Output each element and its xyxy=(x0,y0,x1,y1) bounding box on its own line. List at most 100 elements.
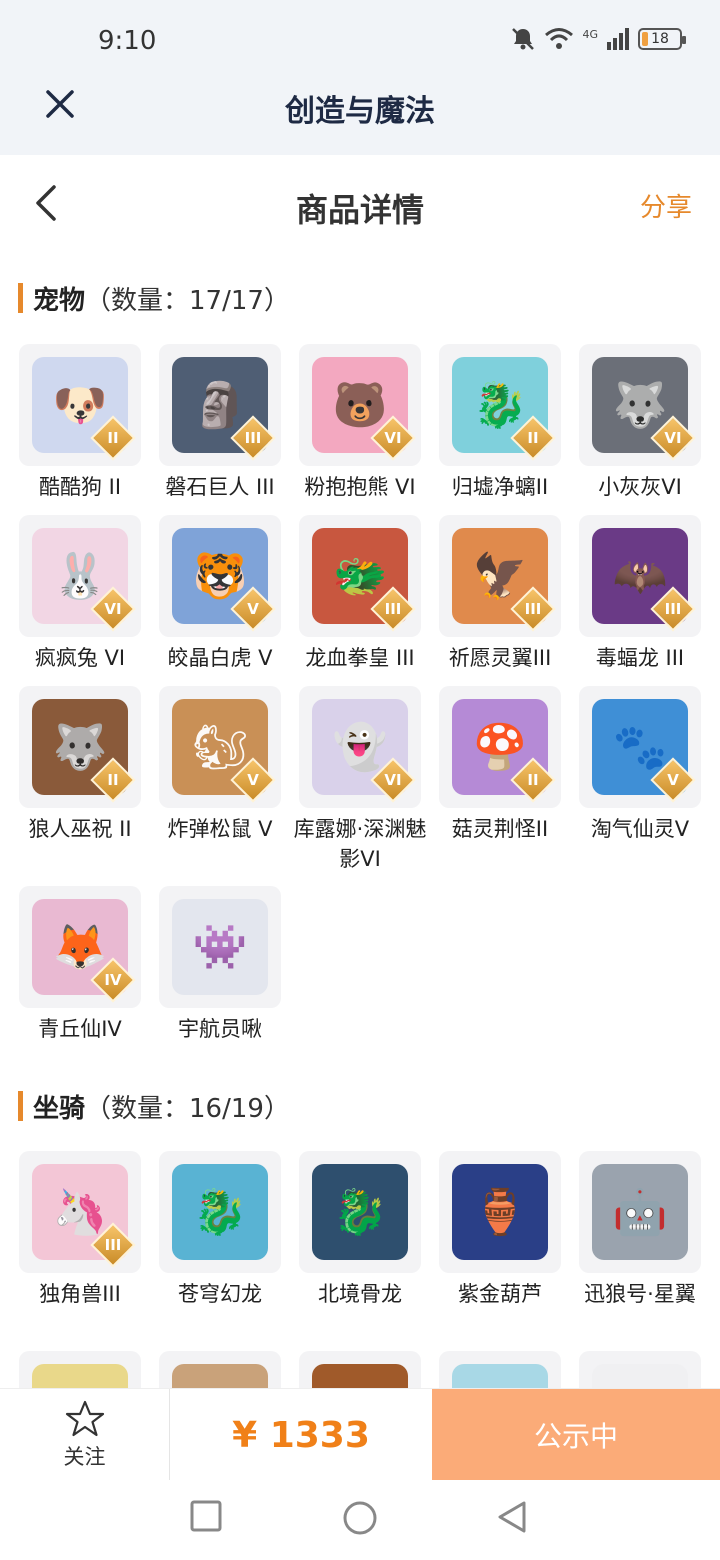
public-status-button[interactable]: 公示中 xyxy=(432,1389,720,1481)
item-name: 迅狼号·星翼 xyxy=(584,1282,696,1306)
tier-badge-label: V xyxy=(247,600,259,618)
share-button[interactable]: 分享 xyxy=(640,187,692,224)
pet-item[interactable]: 🐻 VI 粉抱抱熊 VI xyxy=(290,344,430,502)
item-thumbnail: 🐾 V xyxy=(579,686,701,808)
pet-item[interactable]: 🐉 II 归墟净螭II xyxy=(430,344,570,502)
item-thumbnail: 🦇 III xyxy=(579,515,701,637)
item-name: 淘气仙灵V xyxy=(590,817,690,841)
mount-item[interactable] xyxy=(10,1351,150,1388)
tier-badge-label: IV xyxy=(104,971,122,989)
item-name: 磐石巨人 III xyxy=(165,475,275,499)
mount-item[interactable] xyxy=(570,1351,710,1388)
tier-badge-label: III xyxy=(244,429,262,447)
item-name: 龙血拳皇 III xyxy=(305,646,415,670)
item-thumbnail: 🐉 xyxy=(299,1151,421,1273)
mount-item[interactable]: 🏺 紫金葫芦 xyxy=(430,1151,570,1309)
pet-item[interactable]: 🐿 V 炸弹松鼠 V xyxy=(150,686,290,844)
item-name: 毒蝠龙 III xyxy=(595,646,685,670)
content-area[interactable]: 宠物 （数量：17/17） 🐶 II 酷酷狗 II 🗿 III 磐石巨人 III 🐻 VI 粉抱… xyxy=(0,250,720,1388)
app-title: 创造与魔法 xyxy=(285,94,435,129)
follow-button[interactable]: 关注 xyxy=(0,1389,170,1481)
item-thumbnail xyxy=(159,1351,281,1388)
tier-badge-label: V xyxy=(667,771,679,789)
tier-badge-label: III xyxy=(384,600,402,618)
pet-item[interactable]: 🦇 III 毒蝠龙 III xyxy=(570,515,710,673)
item-name: 归墟净螭II xyxy=(451,475,549,499)
home-icon[interactable] xyxy=(342,1500,378,1536)
mount-item[interactable]: 🦄 III 独角兽III xyxy=(10,1151,150,1309)
item-thumbnail: 🐉 xyxy=(159,1151,281,1273)
item-name: 菇灵荆怪II xyxy=(451,817,549,841)
bone-dragon-icon: 🐉 xyxy=(312,1164,408,1260)
item-thumbnail xyxy=(19,1351,141,1388)
pets-section-header: 宠物 （数量：17/17） xyxy=(18,280,290,316)
item-name: 苍穹幻龙 xyxy=(178,1282,262,1306)
item-thumbnail: 🐰 VI xyxy=(19,515,141,637)
item-thumbnail: 🐉 II xyxy=(439,344,561,466)
page-title: 商品详情 xyxy=(295,191,424,229)
network-type: 4G xyxy=(582,27,598,41)
pet-item[interactable]: 🐰 VI 疯疯兔 VI xyxy=(10,515,150,673)
status-bar: 9:10 4G 18 xyxy=(0,0,720,80)
item-thumbnail: 🗿 III xyxy=(159,344,281,466)
item-thumbnail: 🐶 II xyxy=(19,344,141,466)
section-accent-bar xyxy=(18,283,23,313)
mount-item[interactable] xyxy=(430,1351,570,1388)
tier-badge-label: III xyxy=(664,600,682,618)
item-thumbnail: 👻 VI xyxy=(299,686,421,808)
pet-item[interactable]: 👻 VI 库露娜·深渊魅影VI xyxy=(290,686,430,874)
item-name: 紫金葫芦 xyxy=(458,1282,542,1306)
item-thumbnail: 🐻 VI xyxy=(299,344,421,466)
recent-apps-icon[interactable] xyxy=(190,1500,222,1532)
item-name: 祈愿灵翼III xyxy=(448,646,552,670)
pet-item[interactable]: 🍄 II 菇灵荆怪II xyxy=(430,686,570,844)
item-thumbnail: 🍄 II xyxy=(439,686,561,808)
pet-item[interactable]: 👾 宇航员啾 xyxy=(150,886,290,1044)
mount-icon xyxy=(592,1364,688,1388)
section-accent-bar xyxy=(18,1091,23,1121)
pet-item[interactable]: 🗿 III 磐石巨人 III xyxy=(150,344,290,502)
mount-icon xyxy=(32,1364,128,1388)
mount-item[interactable]: 🐉 北境骨龙 xyxy=(290,1151,430,1309)
item-thumbnail xyxy=(579,1351,701,1388)
sky-dragon-icon: 🐉 xyxy=(172,1164,268,1260)
mount-icon xyxy=(452,1364,548,1388)
mount-item[interactable] xyxy=(150,1351,290,1388)
pet-item[interactable]: 🐶 II 酷酷狗 II xyxy=(10,344,150,502)
mech-wolf-icon: 🤖 xyxy=(592,1164,688,1260)
item-name: 库露娜·深渊魅影VI xyxy=(293,817,427,871)
tier-badge-label: II xyxy=(107,771,119,789)
tier-badge-label: VI xyxy=(384,429,402,447)
mount-item[interactable] xyxy=(290,1351,430,1388)
item-thumbnail: 🦄 III xyxy=(19,1151,141,1273)
pet-item[interactable]: 🐯 V 皎晶白虎 V xyxy=(150,515,290,673)
tier-badge-label: III xyxy=(104,1236,122,1254)
tier-badge-label: II xyxy=(527,429,539,447)
follow-label: 关注 xyxy=(63,1445,106,1469)
pet-item[interactable]: 🦊 IV 青丘仙IV xyxy=(10,886,150,1044)
pet-item[interactable]: 🐲 III 龙血拳皇 III xyxy=(290,515,430,673)
tier-badge-label: VI xyxy=(664,429,682,447)
item-thumbnail: 🐿 V xyxy=(159,686,281,808)
item-name: 宇航员啾 xyxy=(178,1017,262,1041)
item-name: 北境骨龙 xyxy=(318,1282,402,1306)
item-thumbnail xyxy=(299,1351,421,1388)
mounts-section-header: 坐骑 （数量：16/19） xyxy=(18,1088,290,1124)
pet-item[interactable]: 🦅 III 祈愿灵翼III xyxy=(430,515,570,673)
item-thumbnail: 🦅 III xyxy=(439,515,561,637)
status-time: 9:10 xyxy=(98,26,157,56)
astronaut-icon: 👾 xyxy=(172,899,268,995)
top-area: 9:10 4G 18 创造与魔法 xyxy=(0,0,720,155)
item-thumbnail: 🐺 II xyxy=(19,686,141,808)
pet-item[interactable]: 🐺 II 狼人巫祝 II xyxy=(10,686,150,844)
battery-fill xyxy=(642,32,648,46)
pet-item[interactable]: 🐾 V 淘气仙灵V xyxy=(570,686,710,844)
mount-item[interactable]: 🐉 苍穹幻龙 xyxy=(150,1151,290,1309)
item-thumbnail: 🐯 V xyxy=(159,515,281,637)
item-name: 粉抱抱熊 VI xyxy=(304,475,416,499)
pet-item[interactable]: 🐺 VI 小灰灰VI xyxy=(570,344,710,502)
mount-item[interactable]: 🤖 迅狼号·星翼 xyxy=(570,1151,710,1309)
item-name: 疯疯兔 VI xyxy=(34,646,126,670)
item-thumbnail: 🤖 xyxy=(579,1151,701,1273)
back-icon[interactable] xyxy=(496,1500,528,1534)
